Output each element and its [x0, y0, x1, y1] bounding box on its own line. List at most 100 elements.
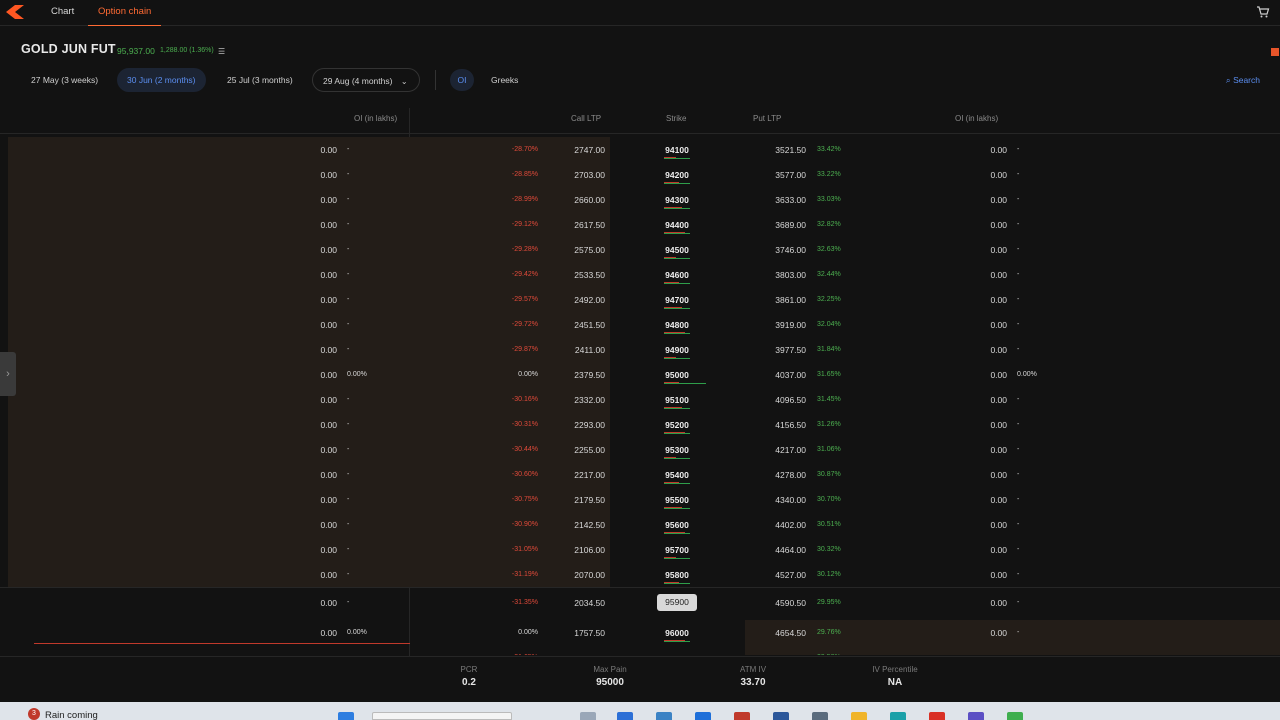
table-row[interactable]: 0.00 - -29.57% 2492.00 94700 3861.00 32.25% 0.0… — [0, 287, 1280, 312]
expiry-25-jul[interactable]: 25 Jul (3 months) — [217, 68, 303, 92]
table-row[interactable]: 0.00 - -28.70% 2747.00 94100 3521.50 33.42% 0.0… — [0, 137, 1280, 162]
strike-price[interactable]: 94900 — [640, 345, 714, 355]
strike-price[interactable]: 94600 — [640, 270, 714, 280]
table-row[interactable]: 0.00 - -29.72% 2451.50 94800 3919.00 32.04% 0.0… — [0, 312, 1280, 337]
taskbar-app-icon[interactable] — [580, 712, 596, 720]
call-ltp[interactable]: 2332.00 — [540, 395, 605, 405]
call-ltp[interactable]: 2217.00 — [540, 470, 605, 480]
search-button[interactable]: ⌕ Search — [1226, 75, 1260, 86]
table-row[interactable]: 0.00 - -31.05% 2106.00 95700 4464.00 30.32% 0.0… — [0, 537, 1280, 562]
taskbar-app-icon[interactable] — [656, 712, 672, 720]
strike-price[interactable]: 94800 — [640, 320, 714, 330]
table-row[interactable]: 0.00 - -30.90% 2142.50 95600 4402.00 30.51% 0.0… — [0, 512, 1280, 537]
put-ltp[interactable]: 4156.50 — [740, 420, 806, 430]
call-ltp[interactable]: 1757.50 — [540, 628, 605, 638]
call-ltp[interactable]: 1964.50 — [540, 653, 605, 655]
taskbar-app-icon[interactable] — [695, 712, 711, 720]
menu-icon[interactable]: ☰ — [218, 47, 225, 56]
cart-icon[interactable] — [1256, 5, 1270, 19]
call-ltp[interactable]: 2293.00 — [540, 420, 605, 430]
strike-price[interactable]: 95600 — [640, 520, 714, 530]
strike-price[interactable]: 94500 — [640, 245, 714, 255]
call-ltp[interactable]: 2411.00 — [540, 345, 605, 355]
put-ltp[interactable]: 3861.00 — [740, 295, 806, 305]
table-row[interactable]: 0.00 - -31.19% 2070.00 95800 4527.00 30.12% 0.0… — [0, 562, 1280, 587]
table-row[interactable]: 0.00 - -30.44% 2255.00 95300 4217.00 31.06% 0.0… — [0, 437, 1280, 462]
strike-price[interactable]: 95300 — [640, 445, 714, 455]
table-row[interactable]: 0.00 - -31.65%1964.50 96100 4718.50 29.58% 0.0… — [0, 645, 1280, 655]
weather-widget[interactable]: Rain coming — [45, 710, 98, 720]
call-ltp[interactable]: 2747.00 — [540, 145, 605, 155]
taskbar-app-icon[interactable] — [851, 712, 867, 720]
start-icon[interactable] — [338, 712, 354, 720]
put-ltp[interactable]: 4217.00 — [740, 445, 806, 455]
put-ltp[interactable]: 4278.00 — [740, 470, 806, 480]
table-row[interactable]: 0.00 - -28.99% 2660.00 94300 3633.00 33.03% 0.0… — [0, 187, 1280, 212]
strike-price[interactable]: 95200 — [640, 420, 714, 430]
put-ltp[interactable]: 4402.00 — [740, 520, 806, 530]
call-ltp[interactable]: 2142.50 — [540, 520, 605, 530]
call-ltp[interactable]: 2703.00 — [540, 170, 605, 180]
taskbar-app-icon[interactable] — [812, 712, 828, 720]
put-ltp[interactable]: 4340.00 — [740, 495, 806, 505]
taskbar-app-icon[interactable] — [773, 712, 789, 720]
taskbar-app-icon[interactable] — [968, 712, 984, 720]
put-ltp[interactable]: 3577.00 — [740, 170, 806, 180]
side-panel-toggle-icon[interactable]: › — [0, 352, 16, 396]
strike-price[interactable]: 96000 — [640, 628, 714, 638]
table-row[interactable]: 0.00 - -29.42% 2533.50 94600 3803.00 32.44% 0.0… — [0, 262, 1280, 287]
put-ltp[interactable]: 3977.50 — [740, 345, 806, 355]
put-ltp[interactable]: 4590.50 — [740, 598, 806, 608]
tab-option-chain[interactable]: Option chain — [88, 6, 162, 26]
strike-price[interactable]: 95400 — [640, 470, 714, 480]
strike-price[interactable]: 94300 — [640, 195, 714, 205]
strike-price[interactable]: 94200 — [640, 170, 714, 180]
taskbar-app-icon[interactable] — [734, 712, 750, 720]
expiry-27-may[interactable]: 27 May (3 weeks) — [21, 68, 108, 92]
strike-price[interactable]: 96100 — [640, 653, 714, 655]
strike-price[interactable]: 95000 — [640, 370, 714, 380]
table-row[interactable]: 0.00 - -28.85% 2703.00 94200 3577.00 33.22% 0.0… — [0, 162, 1280, 187]
table-row[interactable]: 0.00 - -30.75% 2179.50 95500 4340.00 30.70% 0.0… — [0, 487, 1280, 512]
notification-flag-icon[interactable] — [1271, 48, 1279, 56]
call-ltp[interactable]: 2492.00 — [540, 295, 605, 305]
strike-price[interactable]: 95900 — [657, 594, 697, 611]
put-ltp[interactable]: 4718.50 — [740, 653, 806, 655]
table-row[interactable]: 0.00 - -31.35% 2034.50 95900 4590.50 29.95% 0.0… — [0, 590, 1280, 615]
call-ltp[interactable]: 2617.50 — [540, 220, 605, 230]
taskbar-app-icon[interactable] — [890, 712, 906, 720]
tab-chart[interactable]: Chart — [51, 6, 74, 26]
taskbar-app-icon[interactable] — [1007, 712, 1023, 720]
table-row[interactable]: 0.00 - -29.28% 2575.00 94500 3746.00 32.63% 0.0… — [0, 237, 1280, 262]
put-ltp[interactable]: 3521.50 — [740, 145, 806, 155]
strike-price[interactable]: 94400 — [640, 220, 714, 230]
expiry-30-jun[interactable]: 30 Jun (2 months) — [117, 68, 206, 92]
taskbar-app-icon[interactable] — [617, 712, 633, 720]
taskbar-app-icon[interactable] — [929, 712, 945, 720]
put-ltp[interactable]: 3746.00 — [740, 245, 806, 255]
put-ltp[interactable]: 3919.00 — [740, 320, 806, 330]
oi-toggle[interactable]: OI — [450, 69, 474, 91]
call-ltp[interactable]: 2070.00 — [540, 570, 605, 580]
table-row[interactable]: 0.00 0.00% 0.00% 1757.50 96000 4654.50 29.76% 0… — [0, 620, 1280, 645]
table-row[interactable]: 0.00 - -29.87% 2411.00 94900 3977.50 31.84% 0.0… — [0, 337, 1280, 362]
table-row[interactable]: 0.00 - -30.60% 2217.00 95400 4278.00 30.87% 0.0… — [0, 462, 1280, 487]
taskbar-search-box[interactable] — [372, 712, 512, 720]
call-ltp[interactable]: 2533.50 — [540, 270, 605, 280]
greeks-toggle[interactable]: Greeks — [491, 75, 518, 85]
put-ltp[interactable]: 4037.00 — [740, 370, 806, 380]
strike-price[interactable]: 95800 — [640, 570, 714, 580]
strike-price[interactable]: 95500 — [640, 495, 714, 505]
call-ltp[interactable]: 2379.50 — [540, 370, 605, 380]
table-row[interactable]: 0.00 - -30.16% 2332.00 95100 4096.50 31.45% 0.0… — [0, 387, 1280, 412]
table-row[interactable]: 0.00 - -29.12% 2617.50 94400 3689.00 32.82% 0.0… — [0, 212, 1280, 237]
call-ltp[interactable]: 2575.00 — [540, 245, 605, 255]
call-ltp[interactable]: 2451.50 — [540, 320, 605, 330]
put-ltp[interactable]: 4527.00 — [740, 570, 806, 580]
call-ltp[interactable]: 2179.50 — [540, 495, 605, 505]
strike-price[interactable]: 95700 — [640, 545, 714, 555]
expiry-29-aug-dropdown[interactable]: 29 Aug (4 months) ⌄ — [312, 68, 420, 92]
put-ltp[interactable]: 3633.00 — [740, 195, 806, 205]
kite-logo-icon[interactable] — [6, 5, 24, 19]
put-ltp[interactable]: 3803.00 — [740, 270, 806, 280]
